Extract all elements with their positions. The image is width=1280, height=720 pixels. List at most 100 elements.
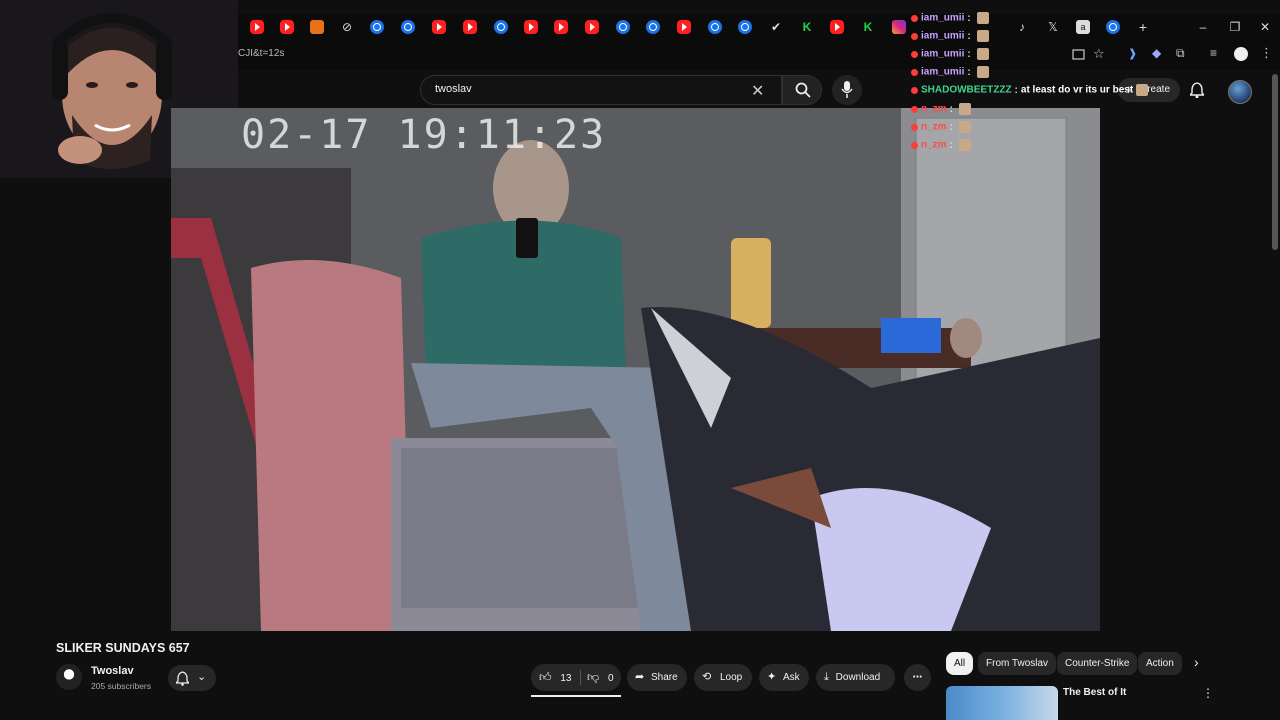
tiktok-tab-icon[interactable]: ♪ xyxy=(1015,20,1029,34)
youtube-tab-icon[interactable] xyxy=(280,20,294,34)
search-box[interactable]: twoslav ✕ xyxy=(420,75,782,105)
youtube-tab-icon[interactable] xyxy=(524,20,538,34)
chat-text: at least do vr its ur best xyxy=(1020,84,1134,96)
chat-separator: : xyxy=(949,139,953,151)
loop-button[interactable]: ⟲ Loop xyxy=(694,664,752,691)
channel-avatar[interactable] xyxy=(56,664,82,690)
scrollbar-thumb[interactable] xyxy=(1272,74,1278,250)
chat-badge-icon xyxy=(911,14,918,22)
youtube-tab-icon[interactable] xyxy=(432,20,446,34)
video-player[interactable]: 02-17 19:11:23 xyxy=(171,108,1100,631)
chat-emote-icon xyxy=(958,121,971,133)
recommended-video-title[interactable]: The Best of It xyxy=(1063,687,1126,698)
puzzle-extensions-icon[interactable]: ⧉ xyxy=(1176,46,1185,61)
kick-tab-icon[interactable]: K xyxy=(861,20,875,34)
chevron-right-icon[interactable]: › xyxy=(1194,654,1199,670)
x-tab-icon[interactable]: 𝕏 xyxy=(1046,20,1060,34)
chip-from-twoslav[interactable]: From Twoslav xyxy=(978,652,1057,675)
channel-name[interactable]: Twoslav xyxy=(91,665,134,677)
youtube-tab-icon[interactable] xyxy=(830,20,844,34)
search-input[interactable]: twoslav xyxy=(435,83,472,95)
app-tab-icon[interactable]: a xyxy=(1076,20,1090,34)
shield-extension-icon[interactable]: ◆ xyxy=(1152,46,1161,60)
new-tab-icon[interactable]: + xyxy=(1136,20,1150,34)
chat-username: n_zm xyxy=(921,103,947,115)
chip-action[interactable]: Action xyxy=(1138,652,1182,675)
chat-badge-icon xyxy=(911,141,918,149)
like-button[interactable]: 👍︎ 13 xyxy=(539,664,571,692)
voice-search-button[interactable] xyxy=(832,75,862,105)
ask-button[interactable]: ✦ Ask xyxy=(759,664,809,691)
subscription-notification-button[interactable]: ⌄ xyxy=(168,665,216,691)
chat-separator: : xyxy=(1014,84,1018,96)
share-label: Share xyxy=(651,672,678,683)
chip-counter-strike[interactable]: Counter-Strike xyxy=(1057,652,1138,675)
chat-emote-icon xyxy=(958,139,971,151)
chat-username: iam_umii xyxy=(921,66,965,78)
youtube-tab-icon[interactable] xyxy=(250,20,264,34)
download-button[interactable]: ⤓ Download xyxy=(816,664,895,691)
notifications-bell-icon[interactable] xyxy=(1190,82,1204,98)
share-button[interactable]: ➦ Share xyxy=(627,664,687,691)
screenshot-icon[interactable] xyxy=(1072,49,1085,61)
web-tab-icon[interactable] xyxy=(494,20,508,34)
clear-search-icon[interactable]: ✕ xyxy=(751,81,764,101)
chat-message: iam_umii: xyxy=(911,48,989,61)
rss-tab-icon[interactable] xyxy=(310,20,324,34)
youtube-tab-icon[interactable] xyxy=(585,20,599,34)
media-control-icon[interactable]: ≡ xyxy=(1210,46,1217,60)
dislike-button[interactable]: 👎︎ 0 xyxy=(587,664,614,692)
web-tab-icon[interactable] xyxy=(708,20,722,34)
video-title: SLIKER SUNDAYS 657 xyxy=(56,641,190,655)
account-avatar[interactable] xyxy=(1228,80,1252,104)
like-ratio-bar xyxy=(531,695,621,697)
address-bar[interactable]: CJI&t=12s ☆ ❱ ◆ ⧉ ≡ ⋮ xyxy=(238,40,1280,70)
dislike-count: 0 xyxy=(607,673,614,684)
web-tab-icon[interactable] xyxy=(616,20,630,34)
chat-username: iam_umii xyxy=(921,48,965,60)
check-tab-icon[interactable]: ✔ xyxy=(769,20,783,34)
loop-icon: ⟲ xyxy=(702,671,712,683)
browser-profile-icon[interactable] xyxy=(1234,47,1248,61)
recommended-video-thumbnail[interactable] xyxy=(946,686,1058,720)
more-actions-button[interactable]: ⋯ xyxy=(904,664,931,691)
microphone-icon xyxy=(841,81,853,98)
youtube-tab-icon[interactable] xyxy=(463,20,477,34)
youtube-tab-icon[interactable] xyxy=(554,20,568,34)
kick-tab-icon[interactable]: K xyxy=(800,20,814,34)
restore-icon[interactable]: ❐ xyxy=(1228,20,1242,34)
youtube-tab-icon[interactable] xyxy=(677,20,691,34)
download-label: Download xyxy=(835,672,881,683)
url-text[interactable]: CJI&t=12s xyxy=(238,48,284,59)
chat-badge-icon xyxy=(911,50,918,58)
chat-separator: : xyxy=(967,48,971,60)
chat-emote-icon xyxy=(958,103,971,115)
bell-icon xyxy=(176,671,189,686)
chat-message: iam_umii: xyxy=(911,12,989,25)
loop-label: Loop xyxy=(720,672,743,683)
sparkle-icon: ✦ xyxy=(767,671,777,683)
web-tab-icon[interactable] xyxy=(370,20,384,34)
chat-emote-icon xyxy=(976,12,989,24)
chat-message: iam_umii: xyxy=(911,66,989,79)
messenger-tab-icon[interactable] xyxy=(401,20,415,34)
link-tab-icon[interactable]: ⊘ xyxy=(340,20,354,34)
browser-menu-icon[interactable]: ⋮ xyxy=(1260,45,1273,61)
bookmark-star-icon[interactable]: ☆ xyxy=(1093,46,1105,62)
web-tab-icon[interactable] xyxy=(646,20,660,34)
chip-all[interactable]: All xyxy=(946,652,974,675)
video-timestamp-overlay: 02-17 19:11:23 xyxy=(241,112,607,158)
instagram-tab-icon[interactable] xyxy=(892,20,906,34)
web-tab-icon[interactable] xyxy=(1106,20,1120,34)
web-tab-icon[interactable] xyxy=(738,20,752,34)
search-button[interactable] xyxy=(782,75,822,105)
recommended-more-icon[interactable]: ⋮ xyxy=(1202,686,1214,700)
chat-username: iam_umii xyxy=(921,30,965,42)
like-count: 13 xyxy=(560,673,572,684)
minimize-icon[interactable]: – xyxy=(1196,20,1210,34)
chat-badge-icon xyxy=(911,32,918,40)
close-window-icon[interactable]: ✕ xyxy=(1258,20,1272,34)
chat-emote-icon xyxy=(976,48,989,60)
extension-icon[interactable]: ❱ xyxy=(1128,47,1137,60)
thumbs-down-icon: 👎︎ xyxy=(587,670,600,684)
